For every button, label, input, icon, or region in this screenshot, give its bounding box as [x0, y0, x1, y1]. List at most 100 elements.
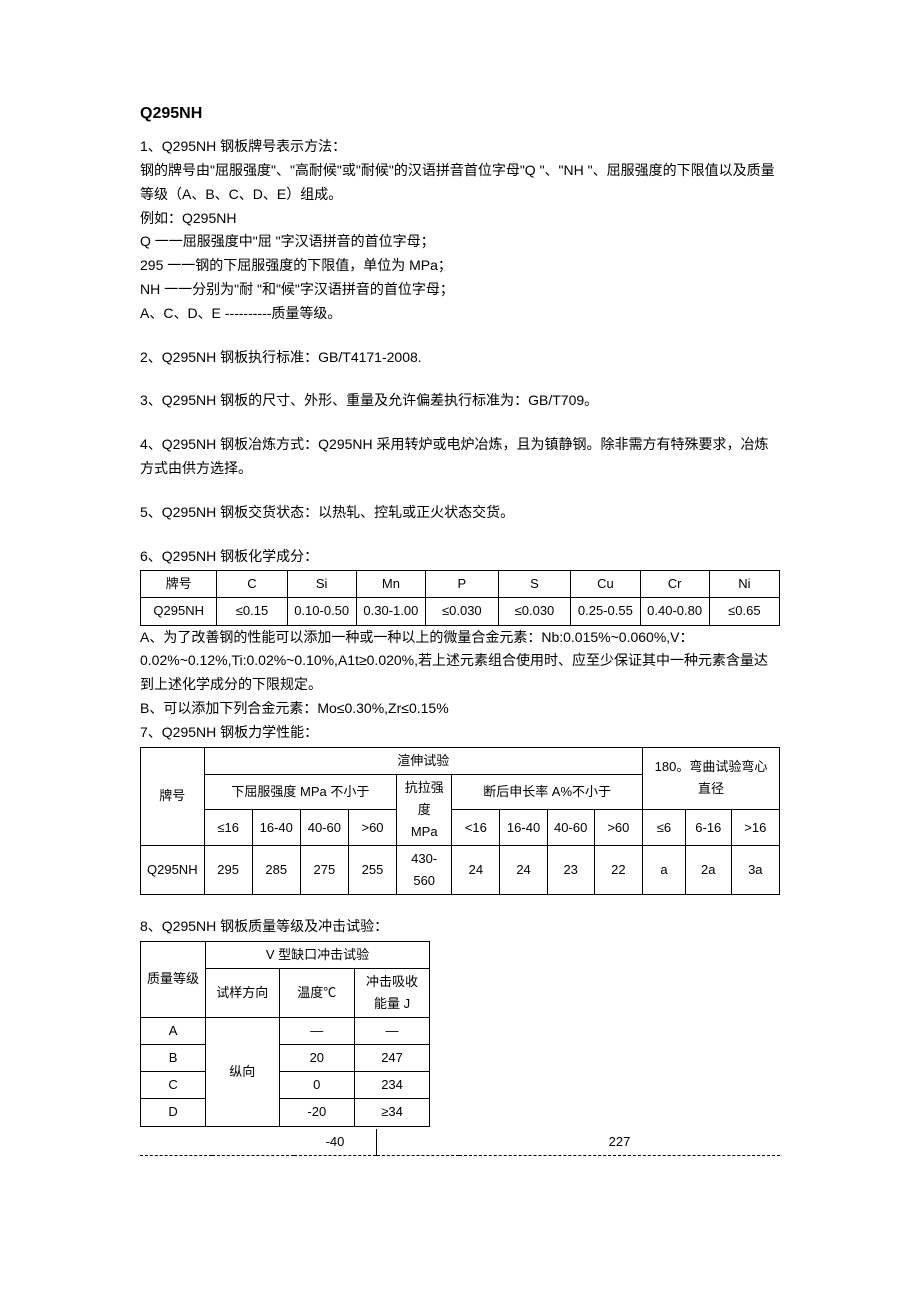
mech-col: >16 — [731, 810, 779, 846]
mech-tensile-header: 渲伸试验 — [204, 747, 642, 774]
mech-col: <16 — [452, 810, 500, 846]
chem-header: Mn — [356, 571, 425, 598]
sec1-p3: Q 一一屈服强度中"屈 "字汉语拼音的首位字母； — [140, 230, 780, 254]
impact-dir-cell: 纵向 — [206, 1018, 279, 1126]
mechanical-properties-table: 牌号 渲伸试验 180。弯曲试验弯心直径 下屈服强度 MPa 不小于 抗拉强度 … — [140, 747, 780, 896]
chem-header: Cr — [640, 571, 709, 598]
sec6-note2: 0.02%~0.12%,Ti:0.02%~0.10%,A1t≥0.020%,若上… — [140, 649, 780, 697]
impact-energy-cell: 227 — [459, 1129, 780, 1156]
mech-cell: Q295NH — [141, 845, 205, 894]
mech-grade-header: 牌号 — [141, 747, 205, 845]
impact-dir-header: 试样方向 — [206, 968, 279, 1017]
sec3: 3、Q295NH 钢板的尺寸、外形、重量及允许偏差执行标准为：GB/T709。 — [140, 389, 780, 413]
chem-cell: ≤0.65 — [709, 598, 779, 625]
sec1-p1: 钢的牌号由"屈服强度"、"高耐候"或"耐候"的汉语拼音首位字母"Q "、"NH … — [140, 159, 780, 207]
sec6-note1: A、为了改善钢的性能可以添加一种或一种以上的微量合金元素：Nb:0.015%~0… — [140, 626, 780, 650]
mech-elong-header: 断后申长率 A%不小于 — [452, 774, 643, 810]
table-row: 牌号 C Si Mn P S Cu Cr Ni — [141, 571, 780, 598]
chem-header: 牌号 — [141, 571, 217, 598]
impact-cell: A — [141, 1018, 206, 1045]
mech-yield-header: 下屈服强度 MPa 不小于 — [204, 774, 397, 810]
mech-tensile-str-header: 抗拉强度 MPa — [397, 774, 452, 845]
sec8-heading: 8、Q295NH 钢板质量等级及冲击试验： — [140, 915, 780, 939]
mech-cell: 255 — [348, 845, 396, 894]
mech-cell: 22 — [594, 845, 642, 894]
chem-cell: 0.25-0.55 — [571, 598, 640, 625]
mech-cell: 430-560 — [397, 845, 452, 894]
mech-cell: 295 — [204, 845, 252, 894]
impact-temp-cell: -40 — [294, 1129, 377, 1156]
chem-header: P — [426, 571, 499, 598]
impact-test-table: 质量等级 V 型缺口冲击试验 试样方向 温度℃ 冲击吸收能量 J A 纵向 — … — [140, 941, 430, 1127]
impact-cell: ≥34 — [355, 1099, 430, 1126]
impact-cell: — — [355, 1018, 430, 1045]
sec5: 5、Q295NH 钢板交货状态：以热轧、控轧或正火状态交货。 — [140, 501, 780, 525]
mech-bend-header: 180。弯曲试验弯心直径 — [642, 747, 779, 810]
chem-header: C — [217, 571, 287, 598]
impact-cell: 20 — [279, 1045, 355, 1072]
table-row: Q295NH ≤0.15 0.10-0.50 0.30-1.00 ≤0.030 … — [141, 598, 780, 625]
sec1-p6: A、C、D、E ----------质量等级。 — [140, 302, 780, 326]
mech-cell: 24 — [500, 845, 547, 894]
sec6-heading: 6、Q295NH 钢板化学成分： — [140, 545, 780, 569]
sec1-p5: NH 一一分别为"耐 "和"候"字汉语拼音的首位字母； — [140, 278, 780, 302]
doc-title: Q295NH — [140, 100, 780, 127]
impact-cell: C — [141, 1072, 206, 1099]
impact-cell: 234 — [355, 1072, 430, 1099]
mech-col: 6-16 — [685, 810, 731, 846]
impact-grade-header: 质量等级 — [141, 941, 206, 1017]
impact-cell: -20 — [279, 1099, 355, 1126]
sec1-heading: 1、Q295NH 钢板牌号表示方法： — [140, 135, 780, 159]
chem-header: S — [498, 571, 571, 598]
impact-header: V 型缺口冲击试验 — [206, 941, 430, 968]
table-row: -40 227 — [140, 1129, 780, 1156]
mech-cell: 3a — [731, 845, 779, 894]
chem-cell: 0.10-0.50 — [287, 598, 356, 625]
impact-cell: 0 — [279, 1072, 355, 1099]
table-row: B 20 247 — [141, 1045, 430, 1072]
chem-cell: ≤0.15 — [217, 598, 287, 625]
sec6-note3: B、可以添加下列合金元素：Mo≤0.30%,Zr≤0.15% — [140, 697, 780, 721]
table-row: D -20 ≥34 — [141, 1099, 430, 1126]
sec4: 4、Q295NH 钢板冶炼方式：Q295NH 采用转炉或电炉冶炼，且为镇静钢。除… — [140, 433, 780, 481]
impact-energy-header: 冲击吸收能量 J — [355, 968, 430, 1017]
sec7-heading: 7、Q295NH 钢板力学性能： — [140, 721, 780, 745]
impact-cell — [140, 1129, 212, 1156]
chem-header: Si — [287, 571, 356, 598]
mech-col: ≤6 — [642, 810, 685, 846]
impact-cell: 247 — [355, 1045, 430, 1072]
mech-col: >60 — [348, 810, 396, 846]
mech-col: 40-60 — [300, 810, 348, 846]
mech-col: 16-40 — [500, 810, 547, 846]
chem-cell: ≤0.030 — [498, 598, 571, 625]
table-row: 质量等级 V 型缺口冲击试验 — [141, 941, 430, 968]
impact-cell: D — [141, 1099, 206, 1126]
chem-header: Cu — [571, 571, 640, 598]
sec1-p2: 例如：Q295NH — [140, 207, 780, 231]
impact-cell — [377, 1129, 460, 1156]
chem-cell: 0.30-1.00 — [356, 598, 425, 625]
table-row: A 纵向 — — — [141, 1018, 430, 1045]
chem-cell: 0.40-0.80 — [640, 598, 709, 625]
mech-cell: 285 — [252, 845, 300, 894]
mech-col: ≤16 — [204, 810, 252, 846]
table-row: ≤16 16-40 40-60 >60 <16 16-40 40-60 >60 … — [141, 810, 780, 846]
table-row: 牌号 渲伸试验 180。弯曲试验弯心直径 — [141, 747, 780, 774]
mech-col: 16-40 — [252, 810, 300, 846]
chemical-composition-table: 牌号 C Si Mn P S Cu Cr Ni Q295NH ≤0.15 0.1… — [140, 570, 780, 625]
table-row: Q295NH 295 285 275 255 430-560 24 24 23 … — [141, 845, 780, 894]
impact-cell: B — [141, 1045, 206, 1072]
mech-cell: 24 — [452, 845, 500, 894]
chem-header: Ni — [709, 571, 779, 598]
impact-cell: — — [279, 1018, 355, 1045]
sec1-p4: 295 一一钢的下屈服强度的下限值，单位为 MPa； — [140, 254, 780, 278]
mech-cell: 23 — [547, 845, 594, 894]
mech-cell: 2a — [685, 845, 731, 894]
mech-col: 40-60 — [547, 810, 594, 846]
chem-cell: ≤0.030 — [426, 598, 499, 625]
impact-cell — [212, 1129, 294, 1156]
sec2: 2、Q295NH 钢板执行标准：GB/T4171-2008. — [140, 346, 780, 370]
mech-cell: 275 — [300, 845, 348, 894]
table-row: C 0 234 — [141, 1072, 430, 1099]
impact-temp-header: 温度℃ — [279, 968, 355, 1017]
